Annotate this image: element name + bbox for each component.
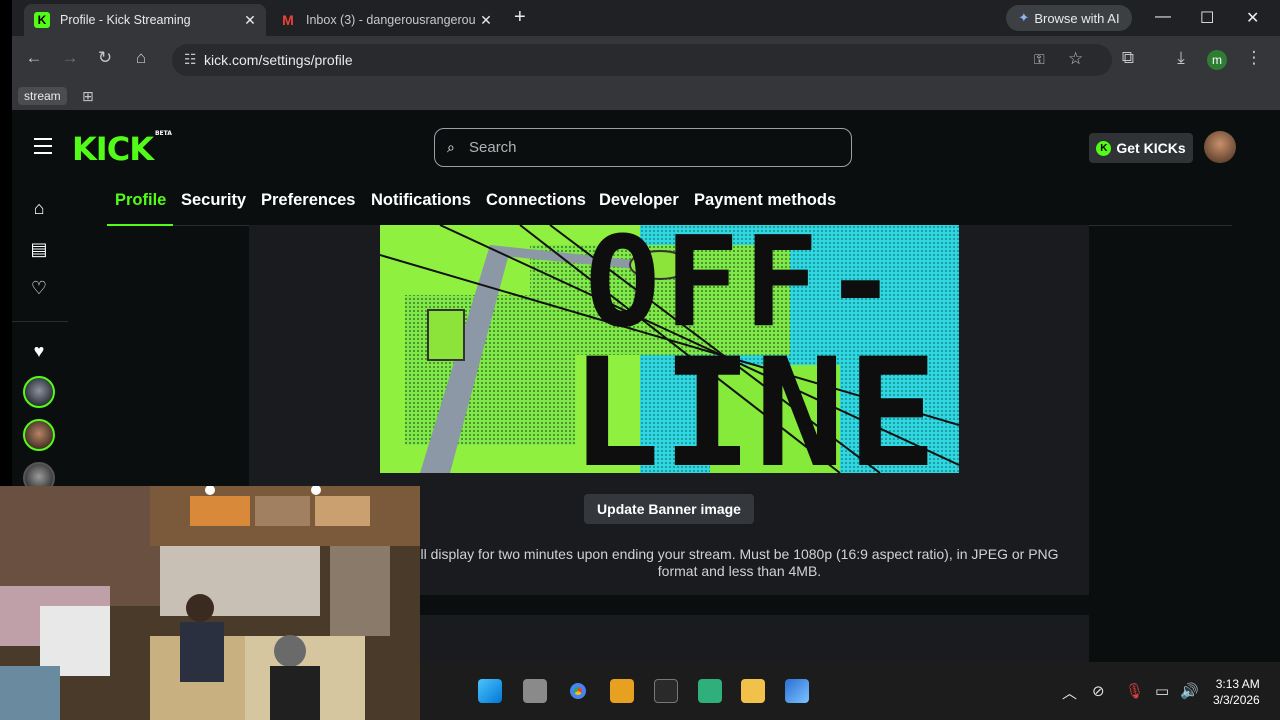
url-text: kick.com/settings/profile [204, 52, 353, 68]
bookmark-stream[interactable]: stream [18, 87, 67, 105]
task-view-icon[interactable] [523, 679, 547, 703]
browse-with-ai-button[interactable]: ✦ Browse with AI [1006, 5, 1132, 31]
tab-profile[interactable]: Profile [115, 191, 166, 210]
update-banner-button[interactable]: Update Banner image [584, 494, 754, 524]
app-icon[interactable] [698, 679, 722, 703]
epic-games-icon[interactable] [654, 679, 678, 703]
browser-toolbar: ← → ↻ ⌂ ☷ kick.com/settings/profile ⚿ ☆ … [12, 36, 1280, 84]
microphone-icon[interactable]: 🎙 [1125, 682, 1144, 700]
download-icon[interactable]: ⤓ [1169, 48, 1193, 68]
webcam-scene [0, 486, 420, 720]
rockstar-launcher-icon[interactable] [610, 679, 634, 703]
hamburger-menu-icon[interactable] [34, 138, 52, 159]
logo-text: KICK [72, 130, 154, 168]
tab-title: Profile - Kick Streaming [60, 13, 191, 27]
clock-date: 3/3/2026 [1213, 693, 1260, 707]
close-window-icon[interactable]: ✕ [1246, 8, 1259, 28]
search-tabs-icon[interactable]: ⧉ [1116, 48, 1140, 68]
active-tab-underline [107, 224, 173, 226]
file-explorer-icon[interactable] [741, 679, 765, 703]
sidebar-divider [12, 321, 68, 322]
browse-with-ai-label: Browse with AI [1034, 10, 1120, 26]
banner-help-text: ll display for two minutes upon ending y… [420, 546, 1059, 579]
kick-header: KICK BETA ⌕ Search K Get KICKs [12, 118, 1280, 178]
tab-profile-kick[interactable]: K Profile - Kick Streaming ✕ [24, 4, 266, 36]
close-tab-icon[interactable]: ✕ [476, 12, 496, 29]
back-arrow-icon[interactable]: ← [22, 48, 46, 68]
browser-profile-avatar[interactable]: m [1207, 50, 1227, 70]
photos-icon[interactable] [785, 679, 809, 703]
apps-grid-icon[interactable]: ⊞ [82, 88, 94, 105]
followed-channel-avatar[interactable] [23, 376, 55, 408]
sparkle-icon: ✦ [1018, 10, 1030, 25]
gmail-favicon-icon: M [282, 12, 294, 28]
following-heart-icon[interactable]: ♥ [29, 341, 49, 362]
chevron-up-icon[interactable]: ︿ [1062, 682, 1077, 703]
minimize-icon[interactable]: — [1155, 8, 1171, 26]
maximize-icon[interactable]: ☐ [1200, 8, 1214, 28]
new-tab-plus-icon[interactable]: + [514, 6, 526, 29]
search-input[interactable]: ⌕ Search [434, 128, 852, 167]
tab-connections[interactable]: Connections [486, 191, 586, 210]
home-icon[interactable]: ⌂ [29, 198, 49, 219]
password-key-icon[interactable]: ⚿ [1034, 51, 1045, 68]
windows-taskbar: ︿ ⊘ 🎙 ▭ 🔊 3:13 AM 3/3/2026 [420, 662, 1280, 720]
tab-developer[interactable]: Developer [599, 191, 679, 210]
clock-time: 3:13 AM [1215, 677, 1260, 691]
beta-badge: BETA [154, 130, 172, 137]
kick-logo[interactable]: KICK BETA [72, 130, 172, 168]
chrome-icon[interactable] [566, 679, 590, 703]
address-bar[interactable]: ☷ kick.com/settings/profile ⚿ ☆ [172, 44, 1112, 76]
windows-start-icon[interactable] [478, 679, 502, 703]
search-placeholder: Search [469, 139, 517, 156]
tab-payment-methods[interactable]: Payment methods [694, 191, 836, 210]
search-icon: ⌕ [447, 139, 455, 155]
kicks-coin-icon: K [1096, 140, 1112, 156]
forward-arrow-icon[interactable]: → [58, 48, 82, 68]
webcam-overlay [0, 486, 420, 720]
followed-channel-avatar[interactable] [23, 419, 55, 451]
volume-icon[interactable]: 🔊 [1180, 682, 1199, 700]
system-clock[interactable]: 3:13 AM 3/3/2026 [1213, 676, 1260, 708]
user-avatar[interactable] [1204, 131, 1236, 163]
bookmarks-bar: stream ⊞ [12, 84, 1280, 110]
display-icon[interactable]: ▭ [1155, 682, 1169, 700]
get-kicks-label: Get KICKs [1116, 140, 1186, 156]
close-tab-icon[interactable]: ✕ [240, 12, 260, 29]
tab-notifications[interactable]: Notifications [371, 191, 471, 210]
home-icon[interactable]: ⌂ [129, 48, 153, 68]
more-menu-icon[interactable]: ⋮ [1242, 48, 1266, 68]
tab-security[interactable]: Security [181, 191, 246, 210]
following-heart-outline-icon[interactable]: ♡ [29, 278, 49, 299]
kick-favicon-icon: K [34, 12, 50, 28]
site-info-icon[interactable]: ☷ [184, 51, 197, 68]
network-off-icon[interactable]: ⊘ [1092, 682, 1105, 700]
browse-icon[interactable]: ▤ [29, 239, 49, 260]
tab-title: Inbox (3) - dangerousrangerous [306, 13, 476, 27]
offline-banner-art: OFF- LINE [380, 225, 959, 473]
get-kicks-button[interactable]: K Get KICKs [1089, 133, 1193, 163]
settings-tabs: Profile Security Preferences Notificatio… [107, 178, 1232, 226]
banner-line2: LINE [570, 327, 939, 473]
screen: K Profile - Kick Streaming ✕ M Inbox (3)… [0, 0, 1280, 720]
tab-gmail-inbox[interactable]: M Inbox (3) - dangerousrangerous ✕ [270, 4, 502, 36]
reload-icon[interactable]: ↻ [93, 48, 117, 68]
tab-preferences[interactable]: Preferences [261, 191, 355, 210]
browser-tab-bar: K Profile - Kick Streaming ✕ M Inbox (3)… [12, 0, 1280, 36]
offline-banner-image: OFF- LINE [380, 225, 959, 473]
bookmark-star-icon[interactable]: ☆ [1068, 49, 1083, 69]
